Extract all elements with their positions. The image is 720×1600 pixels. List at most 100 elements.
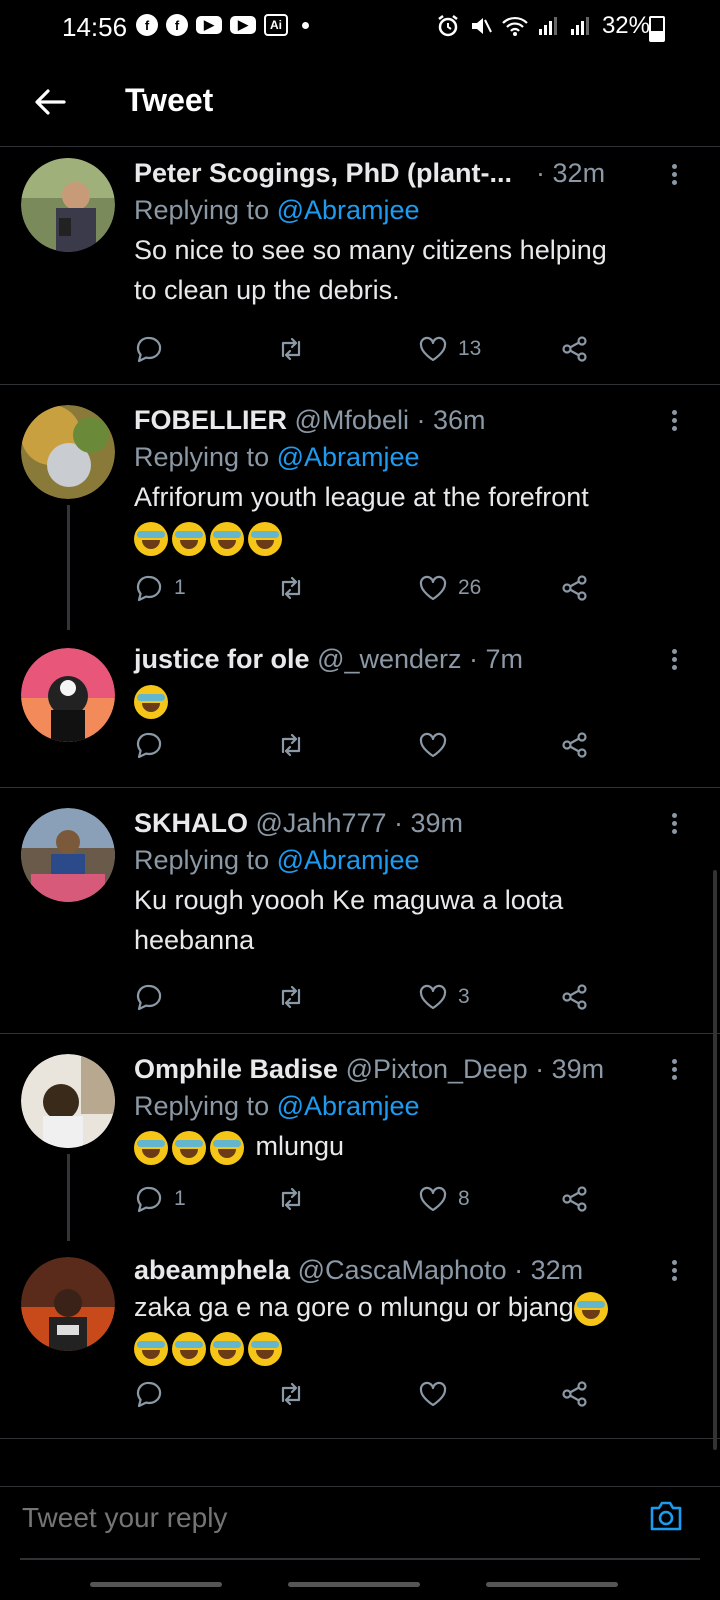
retweet-icon	[281, 733, 301, 757]
reply-button[interactable]	[134, 730, 174, 760]
reply-button[interactable]	[134, 1379, 174, 1409]
mention-link[interactable]: @Abramjee	[277, 1091, 420, 1121]
tweet-actions: 1 26	[134, 573, 614, 603]
status-bar: 14:56 f f ▶ ▶ Ai 32%	[0, 0, 720, 56]
retweet-icon	[281, 337, 301, 361]
retweet-button[interactable]	[276, 1379, 306, 1409]
tweet-item[interactable]: Peter Scogings, PhD (plant-... · 32m Repl…	[0, 147, 720, 385]
like-button[interactable]: 13	[418, 334, 481, 364]
more-options-icon[interactable]	[672, 1056, 680, 1083]
reply-feed[interactable]: Peter Scogings, PhD (plant-... · 32m Repl…	[0, 147, 720, 1439]
tweet-text: zaka ga e na gore o mlungu or bjang	[134, 1287, 700, 1367]
rofl-emoji	[172, 521, 206, 556]
joy-emoji	[134, 1130, 168, 1165]
avatar[interactable]	[21, 1257, 115, 1351]
more-options-icon[interactable]	[672, 646, 680, 673]
more-options-icon[interactable]	[672, 407, 680, 434]
facebook-icon: f	[166, 14, 188, 36]
tweet-item[interactable]: justice for ole @_wenderz · 7m	[0, 630, 720, 788]
scrollbar[interactable]	[713, 870, 717, 1450]
more-options-icon[interactable]	[672, 161, 680, 188]
share-button[interactable]	[560, 334, 590, 364]
author-handle: @Jahh777 · 39m	[255, 808, 464, 838]
tweet-header: Peter Scogings, PhD (plant-... · 32m	[134, 156, 700, 190]
nav-gesture-hint	[288, 1582, 420, 1587]
joy-emoji	[248, 521, 282, 556]
tweet-body: Omphile Badise @Pixton_Deep · 39m Replyi…	[134, 1052, 700, 1166]
mention-link[interactable]: @Abramjee	[277, 195, 420, 225]
heart-icon	[419, 732, 447, 758]
signal-icon	[538, 17, 557, 35]
tweet-item[interactable]: FOBELLIER @Mfobeli · 36m Replying to @Ab…	[0, 385, 720, 630]
share-button[interactable]	[560, 1184, 590, 1214]
share-button[interactable]	[560, 1379, 590, 1409]
rofl-emoji	[134, 521, 168, 556]
emoji-row	[134, 517, 700, 557]
joy-emoji	[172, 1130, 206, 1165]
retweet-icon	[281, 1382, 301, 1406]
like-button[interactable]: 3	[418, 982, 470, 1012]
avatar[interactable]	[21, 648, 115, 742]
reply-button[interactable]	[134, 982, 174, 1012]
share-icon	[562, 732, 587, 758]
camera-icon[interactable]	[648, 1499, 684, 1533]
tweet-text	[134, 680, 700, 720]
tweet-item[interactable]: SKHALO @Jahh777 · 39m Replying to @Abram…	[0, 788, 720, 1034]
thread-line	[67, 1154, 70, 1241]
retweet-button[interactable]	[276, 730, 306, 760]
like-button[interactable]	[418, 1379, 458, 1409]
reply-button[interactable]: 1	[134, 1184, 186, 1214]
like-button[interactable]: 26	[418, 573, 481, 603]
retweet-button[interactable]	[276, 1184, 306, 1214]
author-name[interactable]: justice for ole	[134, 644, 310, 674]
more-options-icon[interactable]	[672, 1257, 680, 1284]
reply-input[interactable]	[20, 1501, 624, 1535]
author-name[interactable]: SKHALO	[134, 808, 248, 838]
tweet-item[interactable]: Omphile Badise @Pixton_Deep · 39m Replyi…	[0, 1034, 720, 1241]
author-name[interactable]: Omphile Badise	[134, 1054, 338, 1084]
reply-icon	[136, 1381, 162, 1408]
tweet-text: mlungu	[134, 1126, 700, 1166]
reply-icon	[136, 984, 162, 1011]
tweet-body: Peter Scogings, PhD (plant-... · 32m Repl…	[134, 156, 700, 310]
app-header: Tweet	[0, 56, 720, 147]
composer-underline	[20, 1558, 700, 1560]
share-button[interactable]	[560, 730, 590, 760]
avatar[interactable]	[21, 808, 115, 902]
tweet-header: justice for ole @_wenderz · 7m	[134, 642, 700, 676]
youtube-icon: ▶	[230, 16, 256, 34]
reply-button[interactable]: 1	[134, 573, 186, 603]
share-button[interactable]	[560, 982, 590, 1012]
mention-link[interactable]: @Abramjee	[277, 442, 420, 472]
mute-icon	[471, 18, 492, 34]
author-name[interactable]: Peter Scogings, PhD (plant-...	[134, 158, 512, 188]
share-button[interactable]	[560, 573, 590, 603]
more-options-icon[interactable]	[672, 810, 680, 837]
notification-icons: f f ▶ ▶ Ai	[136, 14, 309, 36]
share-icon	[562, 336, 587, 362]
battery-icon	[649, 16, 665, 42]
reply-icon	[136, 336, 162, 363]
nav-gesture-hint	[90, 1582, 222, 1587]
mention-link[interactable]: @Abramjee	[277, 845, 420, 875]
tweet-body: SKHALO @Jahh777 · 39m Replying to @Abram…	[134, 806, 700, 960]
avatar[interactable]	[21, 405, 115, 499]
like-button[interactable]	[418, 730, 458, 760]
reply-button[interactable]	[134, 334, 174, 364]
back-arrow-icon[interactable]	[30, 82, 70, 122]
like-button[interactable]: 8	[418, 1184, 470, 1214]
retweet-button[interactable]	[276, 573, 306, 603]
rofl-emoji	[134, 1331, 168, 1366]
tweet-actions: 3	[134, 982, 614, 1012]
avatar[interactable]	[21, 1054, 115, 1148]
avatar[interactable]	[21, 158, 115, 252]
author-name[interactable]: abeamphela	[134, 1255, 290, 1285]
author-name[interactable]: FOBELLIER	[134, 405, 287, 435]
tweet-body: FOBELLIER @Mfobeli · 36m Replying to @Ab…	[134, 403, 700, 557]
retweet-button[interactable]	[276, 982, 306, 1012]
tweet-item[interactable]: abeamphela @CascaMaphoto · 32m zaka ga e…	[0, 1241, 720, 1439]
author-handle: @_wenderz · 7m	[317, 644, 524, 674]
signal-icon	[570, 17, 589, 35]
retweet-button[interactable]	[276, 334, 306, 364]
heart-icon	[419, 1186, 447, 1212]
